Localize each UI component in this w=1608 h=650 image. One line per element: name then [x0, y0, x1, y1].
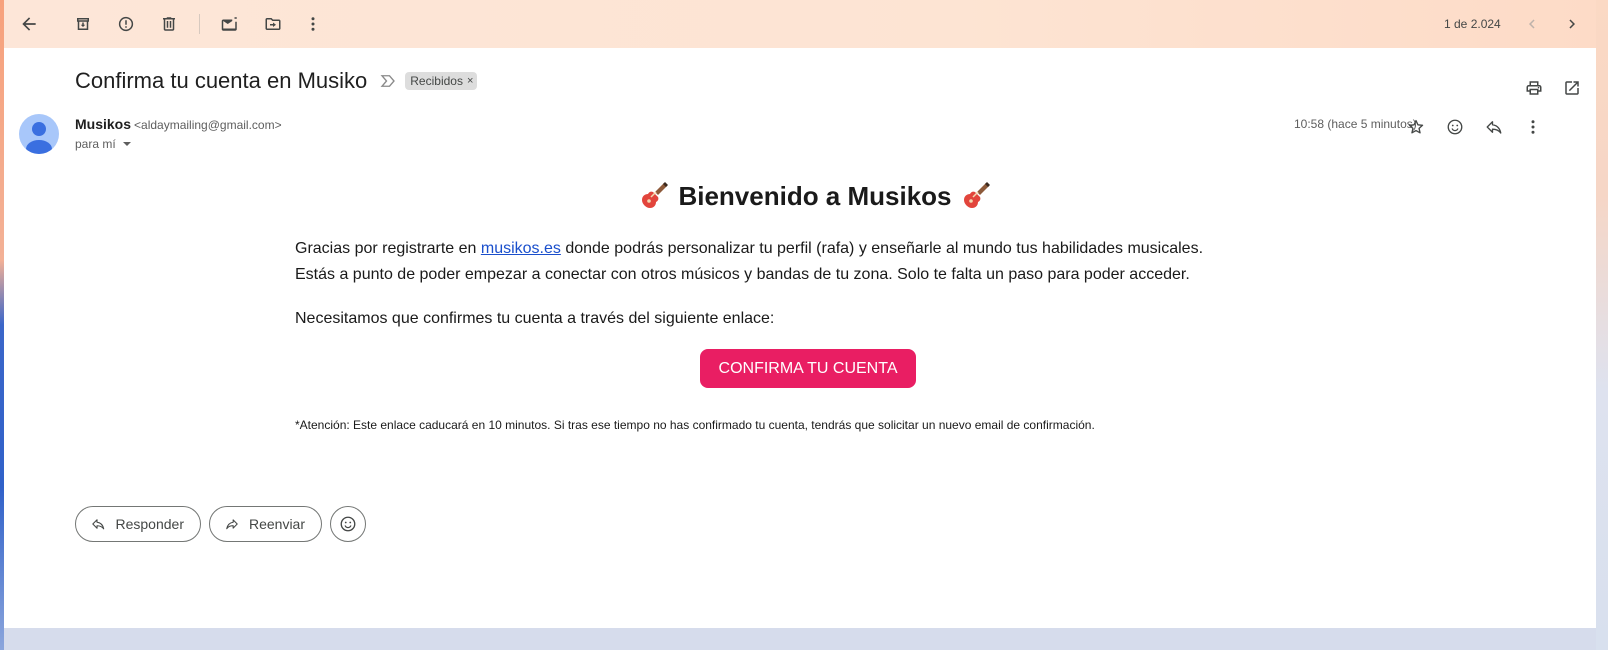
more-vert-icon	[311, 17, 315, 31]
print-icon	[1526, 81, 1542, 95]
toolbar: 1 de 2.024	[4, 0, 1596, 48]
react-button[interactable]	[330, 506, 366, 542]
trash-icon	[163, 17, 175, 31]
print-button[interactable]	[1514, 68, 1554, 108]
message-count: 1 de 2.024	[1444, 17, 1501, 31]
chevron-left-icon	[1529, 19, 1535, 29]
window-edge-right	[1596, 0, 1608, 650]
caret-down-icon	[122, 142, 131, 146]
newer-button[interactable]	[1512, 4, 1552, 44]
reply-label: Responder	[115, 516, 185, 532]
timestamp: 10:58 (hace 5 minutos)	[1294, 117, 1417, 131]
recipients-toggle[interactable]: para mí	[75, 137, 132, 151]
subject-row: Confirma tu cuenta en Musiko Recibidos ×	[75, 68, 478, 94]
guitar-icon	[642, 182, 669, 208]
sender-email: <aldaymailing@gmail.com>	[134, 118, 282, 132]
musikos-link[interactable]: musikos.es	[481, 240, 561, 257]
confirm-account-button[interactable]: CONFIRMA TU CUENTA	[700, 349, 916, 388]
label-chip-text: Recibidos	[410, 74, 463, 88]
recipients-label: para mí	[75, 137, 116, 151]
email-view: Confirma tu cuenta en Musiko Recibidos ×…	[4, 48, 1596, 628]
welcome-heading: Bienvenido a Musikos	[295, 180, 1335, 212]
move-to-button[interactable]	[253, 4, 293, 44]
guitar-icon	[963, 182, 990, 208]
email-subject: Confirma tu cuenta en Musiko	[75, 68, 368, 93]
intro-text-end: donde podrás personalizar tu perfil (raf…	[560, 240, 1204, 257]
more-options-button[interactable]	[293, 4, 333, 44]
more-message-options-button[interactable]	[1517, 111, 1549, 143]
back-button[interactable]	[9, 4, 49, 44]
expiry-notice: *Atención: Este enlace caducará en 10 mi…	[295, 418, 1095, 432]
label-remove-icon[interactable]: ×	[467, 75, 473, 87]
sender-row: Musikos <aldaymailing@gmail.com>	[75, 116, 282, 132]
open-in-new-icon	[1565, 81, 1579, 95]
archive-icon	[77, 18, 89, 30]
emoji-icon	[1447, 119, 1463, 135]
emoji-icon	[340, 516, 356, 532]
chevron-right-icon	[1569, 19, 1575, 29]
reply-button[interactable]: Responder	[75, 506, 201, 542]
welcome-title-text: Bienvenido a Musikos	[678, 180, 952, 211]
archive-button[interactable]	[63, 4, 103, 44]
open-new-window-button[interactable]	[1552, 68, 1592, 108]
star-button[interactable]	[1400, 111, 1432, 143]
reply-icon-button[interactable]	[1478, 111, 1510, 143]
person-icon	[26, 122, 52, 154]
back-arrow-icon	[22, 17, 36, 31]
avatar[interactable]	[19, 114, 59, 154]
mark-unread-button[interactable]	[210, 4, 250, 44]
add-reaction-button[interactable]	[1439, 111, 1471, 143]
sender-name[interactable]: Musikos	[75, 116, 131, 132]
delete-button[interactable]	[149, 4, 189, 44]
reply-icon	[92, 519, 105, 530]
intro-text-start: Gracias por registrarte en	[295, 240, 481, 257]
report-spam-button[interactable]	[106, 4, 146, 44]
intro-paragraph: Gracias por registrarte en musikos.es do…	[295, 236, 1335, 288]
confirm-instruction: Necesitamos que confirmes tu cuenta a tr…	[295, 310, 775, 327]
forward-label: Reenviar	[248, 516, 305, 532]
mark-unread-icon	[221, 17, 237, 31]
older-button[interactable]	[1552, 4, 1592, 44]
move-to-folder-icon	[265, 18, 281, 30]
page-background-footer	[4, 628, 1596, 650]
forward-button[interactable]: Reenviar	[209, 506, 322, 542]
message-actions: Responder Reenviar	[75, 506, 366, 542]
toolbar-divider	[199, 14, 200, 34]
more-vert-icon	[1531, 120, 1535, 134]
reply-icon	[1486, 121, 1502, 134]
importance-marker-icon[interactable]	[379, 72, 397, 90]
label-chip-inbox[interactable]: Recibidos ×	[405, 72, 478, 90]
forward-icon	[226, 519, 238, 530]
star-icon	[1408, 119, 1424, 134]
report-spam-icon	[118, 16, 134, 32]
intro-text-line2: Estás a punto de poder empezar a conecta…	[295, 266, 1190, 283]
